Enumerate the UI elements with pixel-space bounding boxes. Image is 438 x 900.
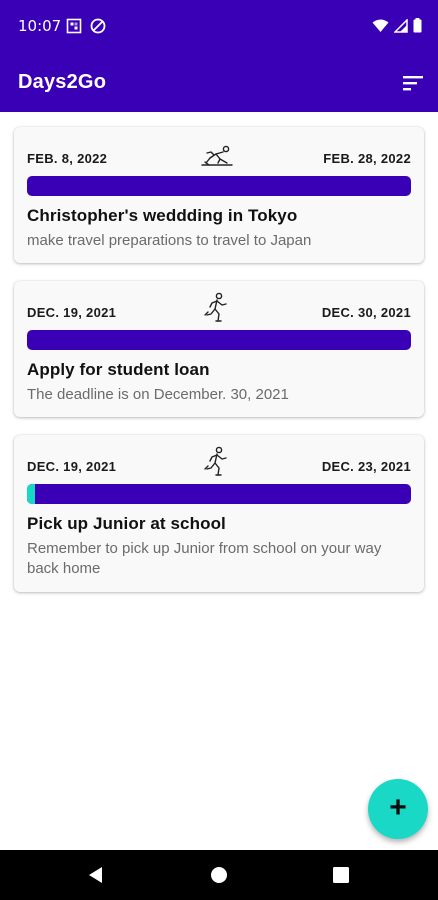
home-icon <box>211 867 227 883</box>
event-description: Remember to pick up Junior from school o… <box>27 540 382 577</box>
app-title: Days2Go <box>18 71 107 93</box>
progress-bar <box>27 176 411 196</box>
event-description: The deadline is on December. 30, 2021 <box>27 386 289 403</box>
progress-fill <box>27 484 35 504</box>
recents-button[interactable] <box>329 863 353 887</box>
battery-icon <box>413 18 422 38</box>
end-date: DEC. 30, 2021 <box>321 305 411 320</box>
event-card[interactable]: DEC. 19, 2021 DEC. 23, 2021 Pick up Juni… <box>14 435 424 592</box>
navigation-bar <box>0 850 438 900</box>
status-bar: 10:07 <box>0 0 438 54</box>
status-time: 10:07 <box>18 17 62 35</box>
start-date: DEC. 19, 2021 <box>27 459 117 474</box>
start-date: FEB. 8, 2022 <box>27 151 108 166</box>
event-card[interactable]: DEC. 19, 2021 DEC. 30, 2021 Apply for st… <box>14 281 424 417</box>
back-button[interactable] <box>84 863 108 887</box>
plus-icon: + <box>389 791 407 824</box>
event-title: Apply for student loan <box>27 360 210 379</box>
back-icon <box>89 867 102 883</box>
wifi-icon <box>372 19 389 38</box>
event-title: Christopher's weddding in Tokyo <box>27 206 298 225</box>
event-description: make travel preparations to travel to Ja… <box>27 232 312 249</box>
data-saver-icon <box>90 18 106 39</box>
recents-icon <box>333 867 349 883</box>
runner-start-icon <box>200 137 234 171</box>
progress-bar <box>27 330 411 350</box>
home-button[interactable] <box>207 863 231 887</box>
end-date: DEC. 23, 2021 <box>321 459 411 474</box>
sort-icon <box>403 76 423 91</box>
signal-icon <box>393 17 408 38</box>
event-card[interactable]: FEB. 8, 2022 FEB. 28, 2022 Christopher's… <box>14 127 424 263</box>
app-bar: Days2Go <box>0 54 438 112</box>
runner-icon <box>200 445 234 479</box>
sort-button[interactable] <box>400 70 426 96</box>
event-title: Pick up Junior at school <box>27 514 226 533</box>
progress-bar <box>27 484 411 504</box>
sim-icon <box>66 18 82 39</box>
runner-icon <box>200 291 234 325</box>
end-date: FEB. 28, 2022 <box>323 151 411 166</box>
add-event-button[interactable]: + <box>368 779 428 839</box>
start-date: DEC. 19, 2021 <box>27 305 117 320</box>
